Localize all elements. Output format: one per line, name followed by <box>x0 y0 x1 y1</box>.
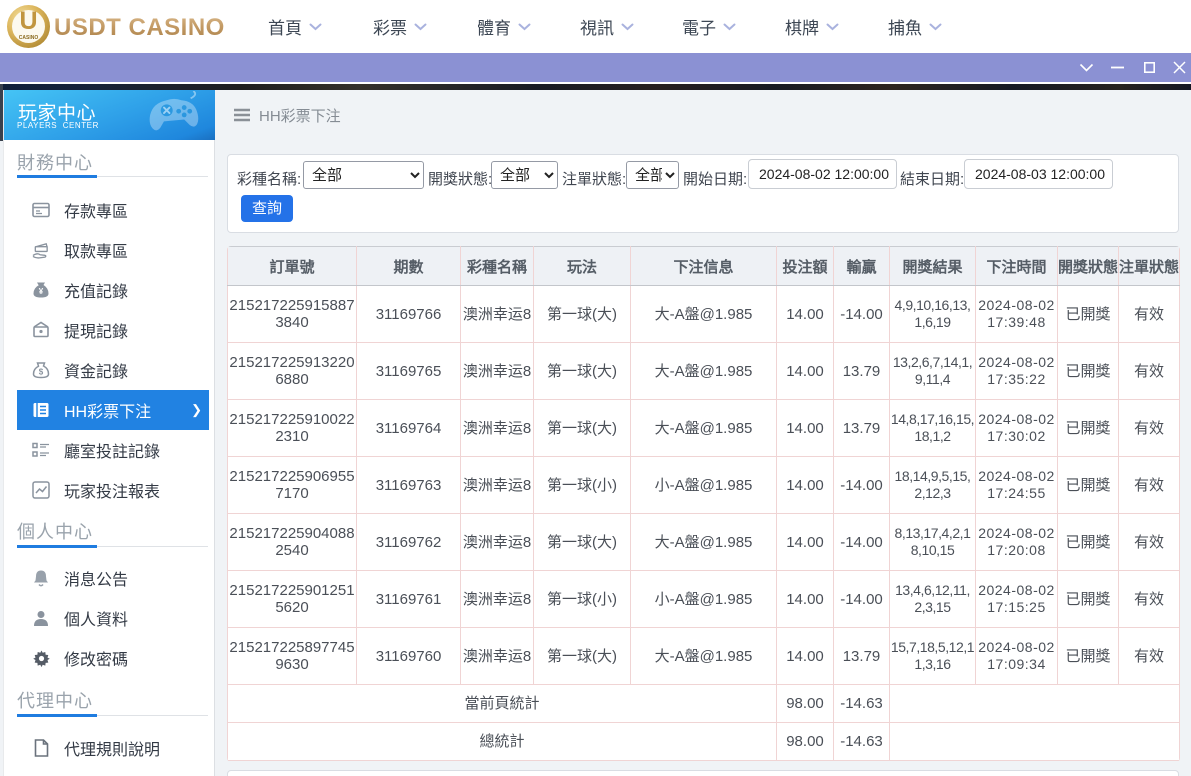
svg-text:$: $ <box>39 368 44 377</box>
svg-text:¥: ¥ <box>39 287 44 296</box>
